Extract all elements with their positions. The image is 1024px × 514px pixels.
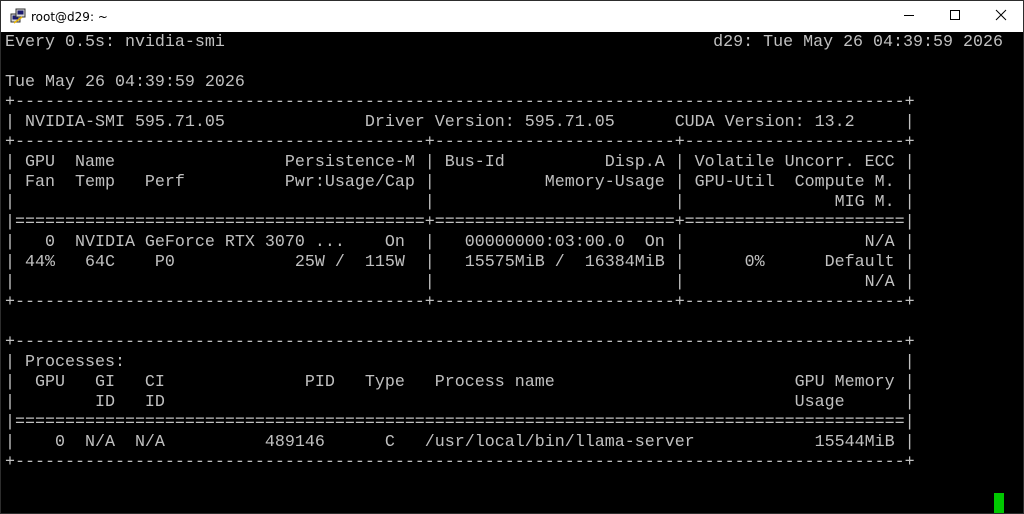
table-separator: |=======================================… xyxy=(5,413,915,432)
maximize-button[interactable] xyxy=(932,1,978,32)
processes-header-row: | GPU GI CI PID Type Process name GPU Me… xyxy=(5,373,915,392)
table-border: +---------------------------------------… xyxy=(5,293,915,312)
minimize-icon xyxy=(903,9,915,24)
timestamp-line: Tue May 26 04:39:59 2026 xyxy=(5,73,245,92)
title-bar[interactable]: root@d29: ~ xyxy=(1,1,1023,32)
version-line: | NVIDIA-SMI 595.71.05 Driver Version: 5… xyxy=(5,113,915,132)
gpu-header-row: | GPU Name Persistence-M | Bus-Id Disp.A… xyxy=(5,153,915,172)
window-title: root@d29: ~ xyxy=(31,10,108,24)
minimize-button[interactable] xyxy=(886,1,932,32)
terminal-area[interactable]: Every 0.5s: nvidia-smi Tue May 26 04:39:5… xyxy=(1,32,1023,513)
table-border: +---------------------------------------… xyxy=(5,133,915,152)
processes-header-row: | ID ID Usage | xyxy=(5,393,915,412)
close-icon xyxy=(995,9,1007,24)
maximize-icon xyxy=(949,9,961,24)
gpu-row: | 0 NVIDIA GeForce RTX 3070 ... On | 000… xyxy=(5,233,915,252)
terminal-window: root@d29: ~ Every 0.5s: nvidia-smi Tue Ma… xyxy=(0,0,1024,514)
watch-header-right: d29: Tue May 26 04:39:59 2026 xyxy=(713,33,1003,52)
terminal-output: Every 0.5s: nvidia-smi Tue May 26 04:39:5… xyxy=(5,33,915,473)
gpu-header-row: | | | MIG M. | xyxy=(5,193,915,212)
terminal-cursor xyxy=(994,493,1004,513)
table-border: +---------------------------------------… xyxy=(5,93,915,112)
process-row: | 0 N/A N/A 489146 C /usr/local/bin/llam… xyxy=(5,433,915,452)
close-button[interactable] xyxy=(978,1,1023,32)
gpu-header-row: | Fan Temp Perf Pwr:Usage/Cap | Memory-U… xyxy=(5,173,915,192)
gpu-row: | 44% 64C P0 25W / 115W | 15575MiB / 163… xyxy=(5,253,915,272)
gpu-row: | | | N/A | xyxy=(5,273,915,292)
putty-icon[interactable] xyxy=(10,8,26,24)
table-border: +---------------------------------------… xyxy=(5,333,915,352)
processes-title: | Processes: | xyxy=(5,353,915,372)
scrollbar[interactable] xyxy=(1005,32,1023,513)
table-border: +---------------------------------------… xyxy=(5,453,915,472)
table-separator: |=======================================… xyxy=(5,213,915,232)
